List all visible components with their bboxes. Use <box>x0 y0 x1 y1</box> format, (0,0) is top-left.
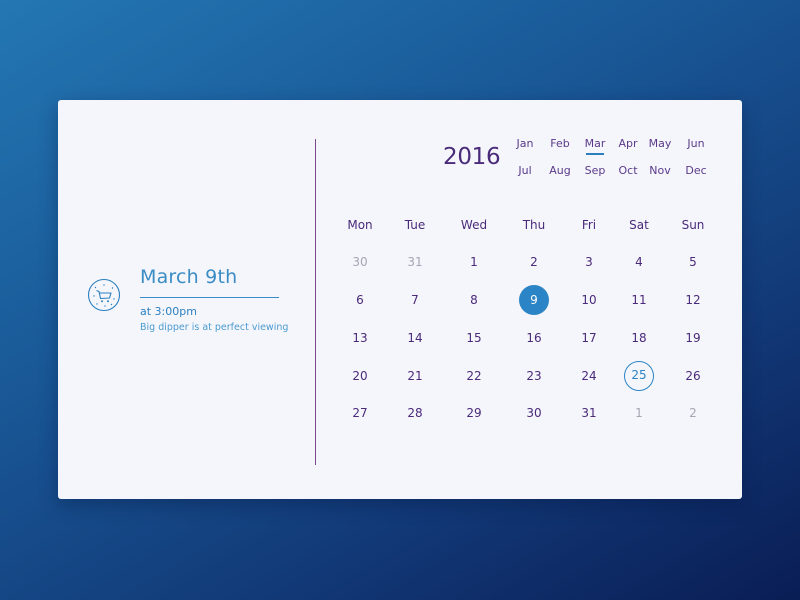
panel-divider <box>315 139 316 465</box>
month-jan[interactable]: Jan <box>507 137 543 150</box>
event-description: Big dipper is at perfect viewing <box>140 322 289 333</box>
month-aug[interactable]: Aug <box>542 164 578 177</box>
day-cell[interactable]: 22 <box>459 361 489 391</box>
day-cell[interactable]: 7 <box>400 285 430 315</box>
year-label: 2016 <box>443 144 501 170</box>
day-cell[interactable]: 8 <box>459 285 489 315</box>
day-cell[interactable]: 4 <box>624 247 654 277</box>
day-cell[interactable]: 6 <box>345 285 375 315</box>
month-jun[interactable]: Jun <box>678 137 714 150</box>
event-date: March 9th <box>140 266 238 288</box>
month-oct[interactable]: Oct <box>610 164 646 177</box>
day-cell[interactable]: 29 <box>459 398 489 428</box>
day-cell[interactable]: 28 <box>400 398 430 428</box>
weekday-sun: Sun <box>681 218 705 232</box>
month-dec[interactable]: Dec <box>678 164 714 177</box>
day-cell[interactable]: 12 <box>678 285 708 315</box>
day-cell[interactable]: 14 <box>400 323 430 353</box>
event-divider <box>140 297 279 298</box>
adjacent-month-day-cell[interactable]: 2 <box>678 398 708 428</box>
day-cell[interactable]: 30 <box>519 398 549 428</box>
day-cell[interactable]: 5 <box>678 247 708 277</box>
day-cell[interactable]: 24 <box>574 361 604 391</box>
day-cell[interactable]: 15 <box>459 323 489 353</box>
day-cell[interactable]: 10 <box>574 285 604 315</box>
month-may[interactable]: May <box>642 137 678 150</box>
day-cell[interactable]: 16 <box>519 323 549 353</box>
adjacent-month-day-cell[interactable]: 31 <box>400 247 430 277</box>
day-cell[interactable]: 1 <box>459 247 489 277</box>
month-mar[interactable]: Mar <box>577 137 613 155</box>
day-cell[interactable]: 31 <box>574 398 604 428</box>
day-cell[interactable]: 13 <box>345 323 375 353</box>
adjacent-month-day-cell[interactable]: 1 <box>624 398 654 428</box>
day-cell[interactable]: 2 <box>519 247 549 277</box>
weekday-mon: Mon <box>347 218 373 232</box>
day-cell[interactable]: 21 <box>400 361 430 391</box>
day-cell[interactable]: 19 <box>678 323 708 353</box>
day-cell[interactable]: 23 <box>519 361 549 391</box>
weekday-wed: Wed <box>460 218 488 232</box>
weekday-tue: Tue <box>404 218 426 232</box>
event-time: at 3:00pm <box>140 305 197 318</box>
weekday-sat: Sat <box>629 218 649 232</box>
day-cell[interactable]: 11 <box>624 285 654 315</box>
calendar-card: March 9th at 3:00pm Big dipper is at per… <box>58 100 742 499</box>
day-cell[interactable]: 3 <box>574 247 604 277</box>
highlighted-day-cell[interactable]: 25 <box>624 361 654 391</box>
day-cell[interactable]: 20 <box>345 361 375 391</box>
day-cell[interactable]: 27 <box>345 398 375 428</box>
month-sep[interactable]: Sep <box>577 164 613 177</box>
month-jul[interactable]: Jul <box>507 164 543 177</box>
adjacent-month-day-cell[interactable]: 30 <box>345 247 375 277</box>
month-apr[interactable]: Apr <box>610 137 646 150</box>
weekday-fri: Fri <box>581 218 597 232</box>
month-feb[interactable]: Feb <box>542 137 578 150</box>
day-cell[interactable]: 18 <box>624 323 654 353</box>
weekday-thu: Thu <box>522 218 546 232</box>
day-cell[interactable]: 17 <box>574 323 604 353</box>
selected-day-cell[interactable]: 9 <box>519 285 549 315</box>
constellation-cart-icon <box>87 278 121 312</box>
month-nov[interactable]: Nov <box>642 164 678 177</box>
day-cell[interactable]: 26 <box>678 361 708 391</box>
